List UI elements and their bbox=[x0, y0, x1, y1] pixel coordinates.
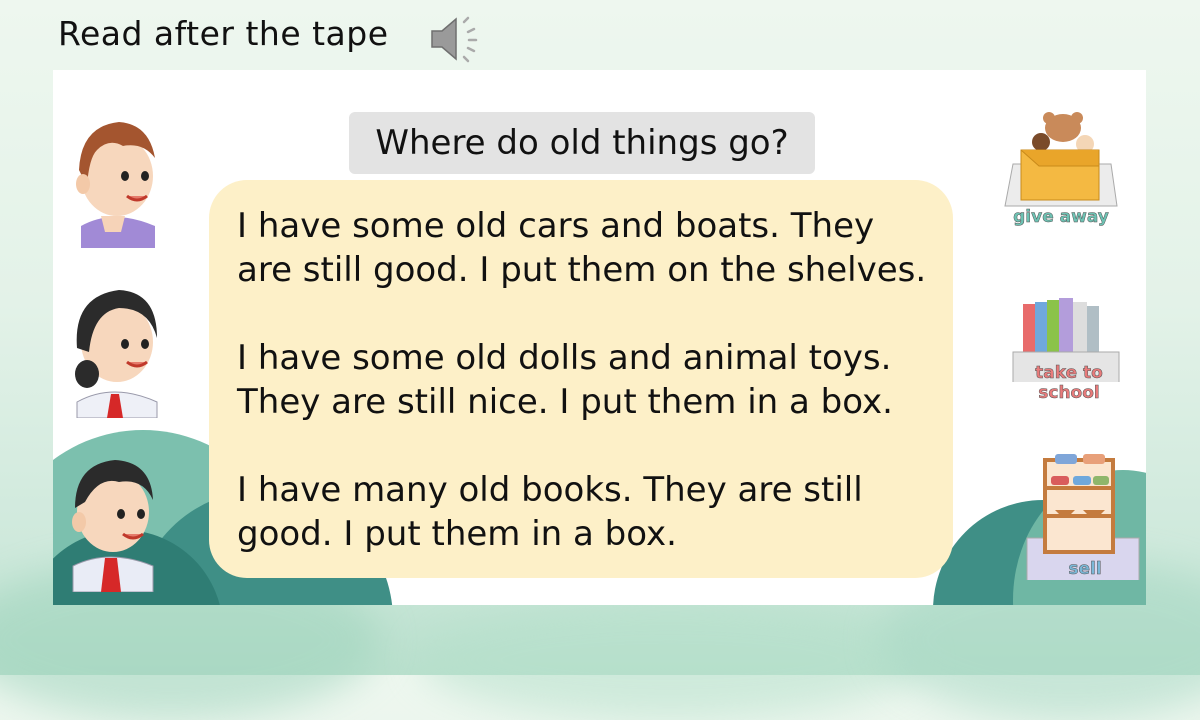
slide-panel: Where do old things go? I have some old … bbox=[53, 70, 1146, 605]
paragraph-line: good. I put them in a box. bbox=[237, 514, 677, 554]
toy-box-icon bbox=[1004, 112, 1118, 207]
paragraph-line: are still good. I put them on the shelve… bbox=[237, 250, 927, 290]
background-blob bbox=[420, 600, 920, 720]
paragraph-line: I have some old dolls and animal toys. bbox=[237, 338, 892, 378]
speaker-icon[interactable] bbox=[428, 12, 490, 66]
item-give-away: give away bbox=[1001, 110, 1121, 240]
item-label: give away bbox=[1013, 207, 1109, 227]
avatar-girl bbox=[63, 278, 163, 419]
speech-bubble: I have some old cars and boats. They are… bbox=[209, 180, 953, 578]
item-take-to-school: take to school bbox=[1009, 292, 1129, 422]
item-label: sell bbox=[1068, 559, 1102, 579]
paragraph-line: I have some old cars and boats. They bbox=[237, 206, 875, 246]
paragraph-2: I have some old dolls and animal toys. T… bbox=[237, 336, 937, 424]
item-sell: sell bbox=[1025, 450, 1145, 580]
item-label: school bbox=[1038, 383, 1100, 403]
item-label: take to bbox=[1035, 363, 1103, 383]
paragraph-line: I have many old books. They are still bbox=[237, 470, 863, 510]
paragraph-3: I have many old books. They are still go… bbox=[237, 468, 937, 556]
paragraph-line: They are still nice. I put them in a box… bbox=[237, 382, 893, 422]
avatar-boy-brown-hair bbox=[63, 108, 163, 248]
paragraph-1: I have some old cars and boats. They are… bbox=[237, 204, 937, 292]
page-title: Read after the tape bbox=[58, 14, 389, 53]
question-banner: Where do old things go? bbox=[349, 112, 815, 174]
avatar-boy-dark-hair bbox=[59, 442, 159, 593]
